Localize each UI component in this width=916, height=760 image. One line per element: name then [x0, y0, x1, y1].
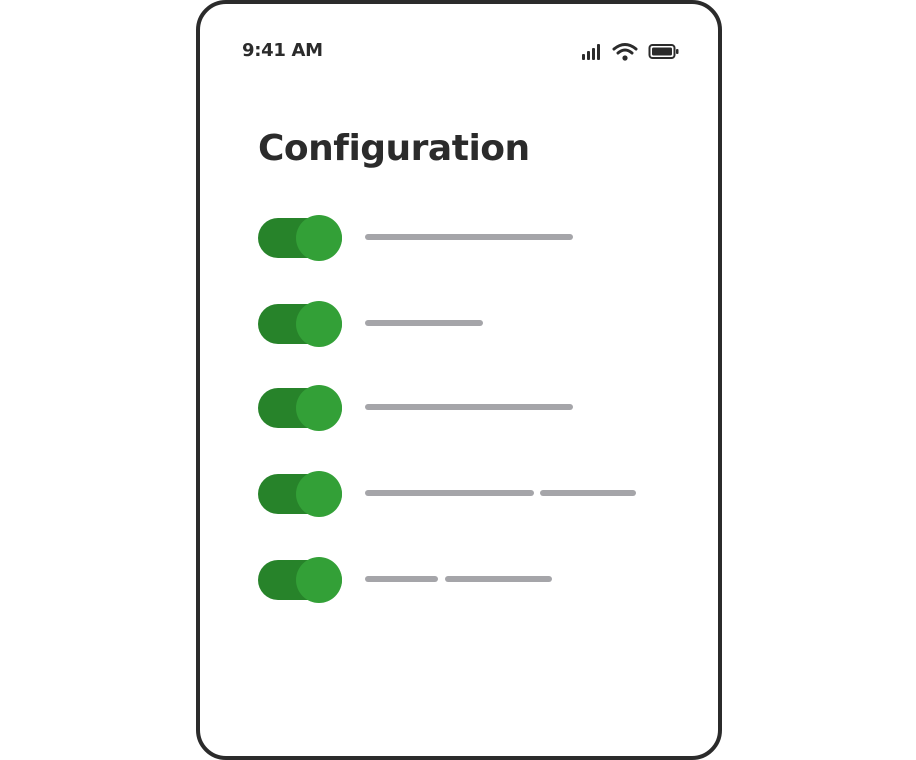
toggle-knob: [296, 557, 342, 603]
toggle-knob: [296, 385, 342, 431]
placeholder-text-line: [365, 404, 573, 410]
placeholder-text-line: [365, 576, 438, 582]
placeholder-text-line: [540, 490, 636, 496]
battery-icon: [648, 44, 679, 59]
status-icons: [580, 42, 680, 62]
setting-row: [258, 557, 658, 610]
toggle-switch[interactable]: [258, 471, 342, 517]
setting-row: [258, 215, 658, 268]
signal-icon: [582, 44, 600, 60]
toggle-switch[interactable]: [258, 385, 342, 431]
toggle-knob: [296, 471, 342, 517]
toggle-switch[interactable]: [258, 301, 342, 347]
phone-frame: [196, 0, 722, 760]
placeholder-text-line: [365, 234, 573, 240]
toggle-knob: [296, 301, 342, 347]
setting-row: [258, 385, 658, 438]
page-title: Configuration: [258, 128, 530, 169]
toggle-switch[interactable]: [258, 557, 342, 603]
toggle-switch[interactable]: [258, 215, 342, 261]
setting-row: [258, 471, 658, 524]
placeholder-text-line: [365, 490, 534, 496]
placeholder-text-line: [445, 576, 552, 582]
toggle-knob: [296, 215, 342, 261]
status-time: 9:41 AM: [242, 40, 323, 61]
wifi-icon: [612, 43, 638, 61]
setting-row: [258, 301, 658, 354]
placeholder-text-line: [365, 320, 483, 326]
